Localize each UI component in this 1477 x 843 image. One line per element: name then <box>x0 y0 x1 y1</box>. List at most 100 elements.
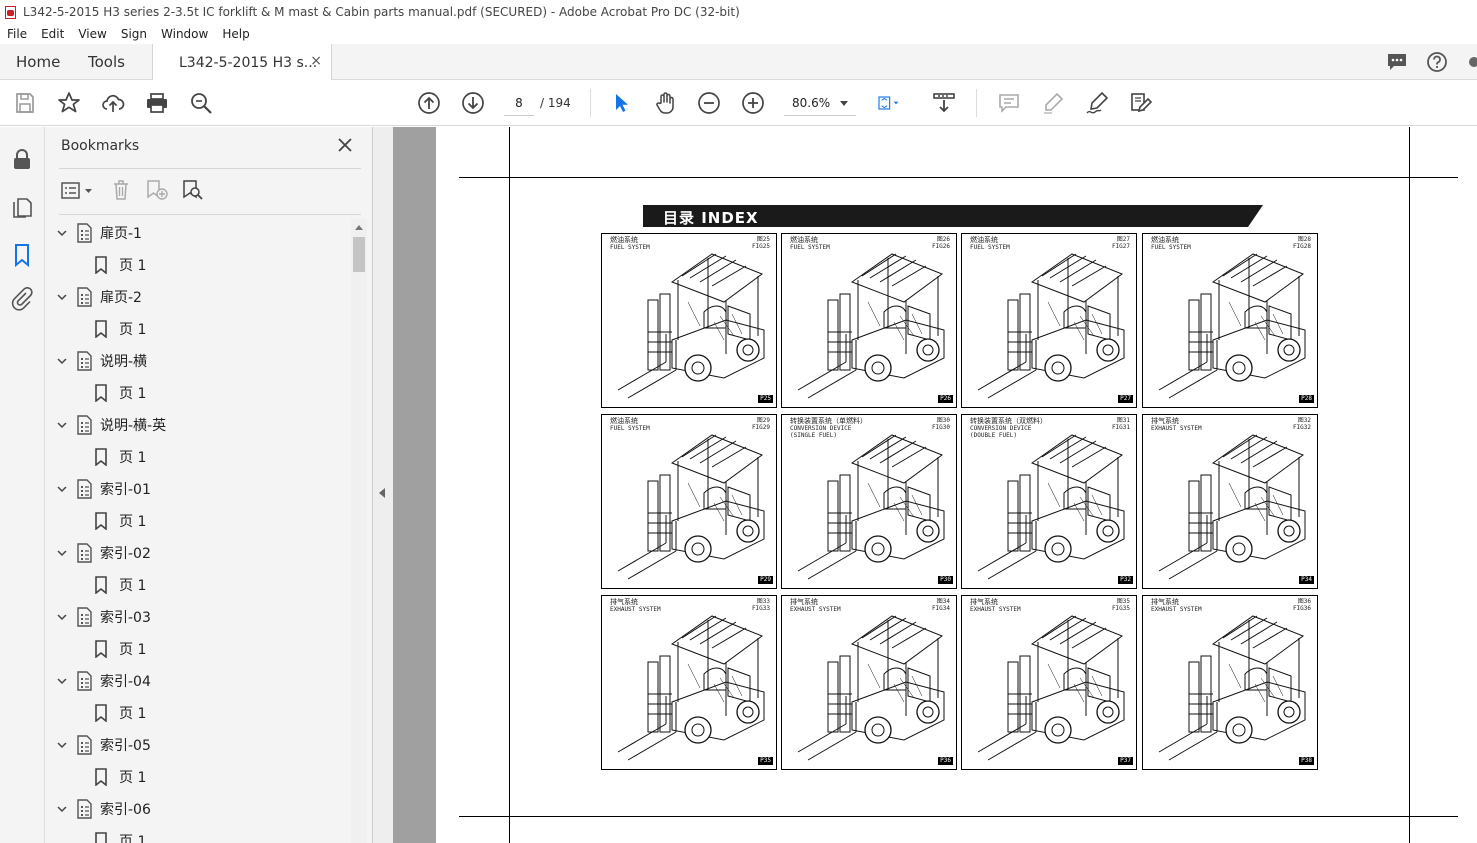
comment-icon[interactable] <box>997 91 1021 115</box>
figure-thumbnail[interactable]: 燃油系统 FUEL SYSTEM 图26 FIG26 P26 <box>781 233 957 408</box>
window-title: L342-5-2015 H3 series 2-3.5t IC forklift… <box>23 5 740 19</box>
upload-icon[interactable] <box>101 91 125 115</box>
bookmark-item[interactable]: 说明-横-英 <box>57 411 166 439</box>
menu-help[interactable]: Help <box>215 27 256 41</box>
figure-thumbnail[interactable]: 转换装置系统（双燃料） CONVERSION DEVICE (DOUBLE FUE… <box>961 414 1137 589</box>
bookmark-child-item[interactable]: 页 1 <box>95 635 146 663</box>
chevron-down-icon[interactable] <box>57 548 76 558</box>
figure-thumbnail[interactable]: 排气系统 EXHAUST SYSTEM 图34 FIG34 P36 <box>781 595 957 770</box>
bookmark-child-item[interactable]: 页 1 <box>95 507 146 535</box>
zoom-search-icon[interactable] <box>189 91 213 115</box>
sign-icon[interactable] <box>1085 91 1109 115</box>
chevron-down-icon[interactable] <box>57 804 76 814</box>
bookmark-item[interactable]: 索引-02 <box>57 539 151 567</box>
page-down-icon[interactable] <box>461 91 485 115</box>
zoom-in-icon[interactable] <box>741 91 765 115</box>
scroll-mode-icon[interactable] <box>932 91 956 115</box>
scroll-thumb[interactable] <box>353 237 365 272</box>
chevron-down-icon[interactable] <box>57 420 76 430</box>
save-icon[interactable] <box>13 91 37 115</box>
bookmark-child-item[interactable]: 页 1 <box>95 379 146 407</box>
chevron-down-icon[interactable] <box>57 612 76 622</box>
figure-title-cn: 转换装置系统（单燃料） <box>790 417 867 425</box>
help-chat-icon[interactable] <box>1386 51 1408 73</box>
figure-thumbnail[interactable]: 燃油系统 FUEL SYSTEM 图25 FIG25 P25 <box>601 233 777 408</box>
page-up-icon[interactable] <box>417 91 441 115</box>
figure-title-cn: 燃油系统 <box>970 236 998 244</box>
menu-window[interactable]: Window <box>154 27 215 41</box>
navigation-rail <box>0 127 45 843</box>
bookmark-scrollbar[interactable] <box>351 219 367 843</box>
figure-title-en: CONVERSION DEVICE (DOUBLE FUEL) <box>970 425 1032 439</box>
close-icon[interactable] <box>337 137 353 153</box>
figure-thumbnail[interactable]: 排气系统 EXHAUST SYSTEM 图35 FIG35 P37 <box>961 595 1137 770</box>
chevron-down-icon[interactable] <box>57 484 76 494</box>
document-viewer[interactable]: 目录 INDEX 燃油系统 FUEL SYSTEM 图25 FIG25 P25 燃油系统 F… <box>393 127 1477 843</box>
bookmark-item[interactable]: 索引-05 <box>57 731 151 759</box>
main-toolbar: 8 / 194 80.6% <box>0 80 1477 126</box>
figure-thumbnail[interactable]: 排气系统 EXHAUST SYSTEM 图36 FIG36 P38 <box>1142 595 1318 770</box>
chevron-down-icon[interactable] <box>57 356 76 366</box>
new-bookmark-icon[interactable] <box>145 179 169 201</box>
bookmark-child-item[interactable]: 页 1 <box>95 571 146 599</box>
bookmark-child-item[interactable]: 页 1 <box>95 763 146 791</box>
tab-home[interactable]: Home <box>16 44 60 80</box>
figure-thumbnail[interactable]: 燃油系统 FUEL SYSTEM 图29 FIG29 P29 <box>601 414 777 589</box>
help-icon[interactable] <box>1426 51 1448 73</box>
tab-tools[interactable]: Tools <box>88 44 125 80</box>
user-icon[interactable] <box>1466 51 1477 73</box>
bookmark-icon[interactable] <box>11 243 33 268</box>
bookmark-child-item[interactable]: 页 1 <box>95 443 146 471</box>
tab-document[interactable]: L342-5-2015 H3 s... × <box>152 44 332 81</box>
bookmark-child-item[interactable]: 页 1 <box>95 251 146 279</box>
page-number-input[interactable]: 8 <box>504 90 534 116</box>
attachment-icon[interactable] <box>11 286 33 311</box>
bookmark-item[interactable]: 索引-06 <box>57 795 151 823</box>
close-tab-icon[interactable]: × <box>310 53 322 69</box>
menu-sign[interactable]: Sign <box>114 27 154 41</box>
bookmark-item[interactable]: 索引-04 <box>57 667 151 695</box>
zoom-out-icon[interactable] <box>697 91 721 115</box>
bookmark-item[interactable]: 索引-03 <box>57 603 151 631</box>
figure-title-en: FUEL SYSTEM <box>1151 244 1191 251</box>
menu-edit[interactable]: Edit <box>34 27 71 41</box>
options-menu-icon[interactable] <box>61 181 95 201</box>
zoom-level-select[interactable]: 80.6% <box>784 90 856 116</box>
bookmark-item[interactable]: 扉页-2 <box>57 283 142 311</box>
figure-thumbnail[interactable]: 排气系统 EXHAUST SYSTEM 图32 FIG32 P34 <box>1142 414 1318 589</box>
figure-thumbnail[interactable]: 转换装置系统（单燃料） CONVERSION DEVICE (SINGLE FUE… <box>781 414 957 589</box>
bookmark-group-icon <box>76 671 100 691</box>
bookmark-item[interactable]: 索引-01 <box>57 475 151 503</box>
lock-icon[interactable] <box>11 147 33 171</box>
bookmark-child-item[interactable]: 页 1 <box>95 827 146 843</box>
menu-file[interactable]: File <box>0 27 34 41</box>
bookmark-item[interactable]: 说明-横 <box>57 347 147 375</box>
figure-thumbnail[interactable]: 燃油系统 FUEL SYSTEM 图28 FIG28 P28 <box>1142 233 1318 408</box>
select-cursor-icon[interactable] <box>609 91 633 115</box>
pages-icon[interactable] <box>11 195 33 219</box>
figure-number-cn: 图30 <box>936 417 950 424</box>
scroll-up-icon[interactable] <box>355 225 363 230</box>
figure-thumbnail[interactable]: 排气系统 EXHAUST SYSTEM 图33 FIG33 P35 <box>601 595 777 770</box>
bookmark-item[interactable]: 扉页-1 <box>57 219 142 247</box>
delete-icon[interactable] <box>111 179 131 201</box>
print-icon[interactable] <box>145 91 169 115</box>
panel-splitter[interactable] <box>373 127 393 843</box>
chevron-down-icon[interactable] <box>57 740 76 750</box>
chevron-down-icon[interactable] <box>57 228 76 238</box>
bookmark-child-item[interactable]: 页 1 <box>95 699 146 727</box>
hand-icon[interactable] <box>653 91 677 115</box>
chevron-down-icon[interactable] <box>57 676 76 686</box>
bookmark-child-item[interactable]: 页 1 <box>95 315 146 343</box>
more-tools-icon[interactable] <box>1468 91 1477 115</box>
menu-view[interactable]: View <box>71 27 113 41</box>
find-bookmark-icon[interactable] <box>181 179 203 201</box>
collapse-panel-icon[interactable] <box>379 488 385 498</box>
figure-thumbnail[interactable]: 燃油系统 FUEL SYSTEM 图27 FIG27 P27 <box>961 233 1137 408</box>
figure-number-en: FIG33 <box>751 605 770 612</box>
highlight-icon[interactable] <box>1041 91 1065 115</box>
chevron-down-icon[interactable] <box>57 292 76 302</box>
star-icon[interactable] <box>57 91 81 115</box>
fit-page-icon[interactable] <box>877 91 913 115</box>
edit-icon[interactable] <box>1129 91 1153 115</box>
